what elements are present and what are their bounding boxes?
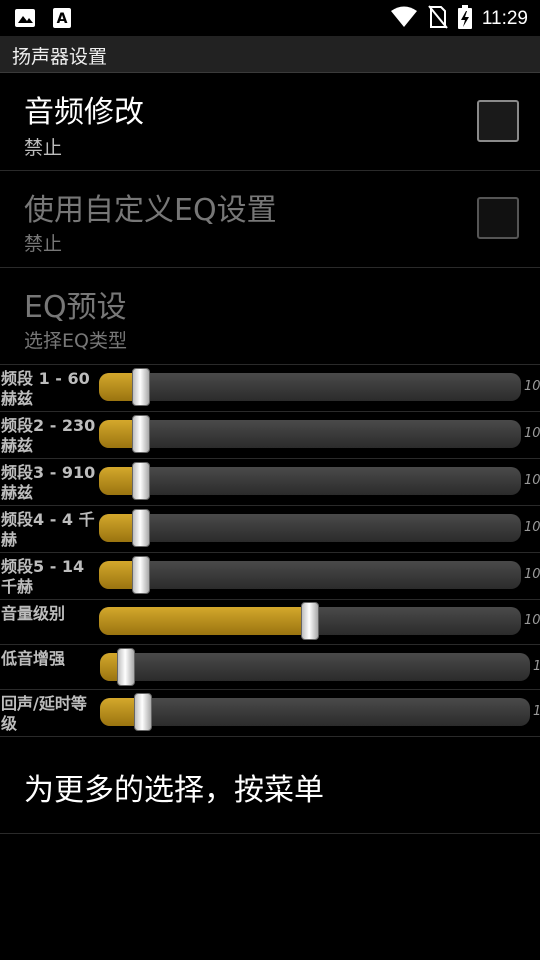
slider-max-label: 1 [533, 704, 540, 719]
slider-track[interactable] [99, 373, 521, 401]
pref-eq-preset[interactable]: EQ预设 选择EQ类型 [0, 268, 540, 365]
slider-label: 频段4 - 4 千赫 [1, 510, 95, 549]
pref-summary: 选择EQ类型 [24, 330, 127, 352]
slider-max-label: 10 [524, 613, 540, 628]
pref-custom-eq[interactable]: 使用自定义EQ设置 禁止 [0, 171, 540, 268]
audio-mod-checkbox[interactable] [477, 100, 519, 142]
slider-label: 回声/延时等级 [1, 694, 87, 733]
band-slider-1: 频段 1 - 60 赫兹 10 [0, 365, 540, 412]
text-a-icon: A [52, 7, 72, 33]
slider-track[interactable] [100, 698, 530, 726]
svg-text:A: A [57, 11, 68, 27]
slider-thumb[interactable] [132, 462, 151, 500]
slider-max-label: 10 [524, 426, 540, 441]
slider-max-label: 10 [524, 567, 540, 582]
band-slider-2: 频段2 - 230 赫兹 10 [0, 412, 540, 459]
slider-track[interactable] [100, 653, 530, 681]
slider-max-label: 1 [533, 659, 540, 674]
clock: 11:29 [481, 8, 528, 29]
no-sim-icon [428, 5, 448, 33]
slider-track[interactable] [99, 420, 521, 448]
image-icon [14, 7, 36, 33]
slider-max-label: 10 [524, 379, 540, 394]
wifi-icon [390, 6, 418, 32]
slider-thumb[interactable] [116, 648, 135, 686]
slider-label: 频段3 - 910 赫兹 [1, 463, 96, 502]
band-slider-5: 频段5 - 14 千赫 10 [0, 553, 540, 600]
slider-fill [99, 607, 310, 635]
menu-hint: 为更多的选择，按菜单 [0, 737, 540, 834]
slider-max-label: 10 [524, 520, 540, 535]
slider-label: 音量级别 [1, 604, 66, 623]
pref-summary: 禁止 [24, 137, 63, 159]
slider-label: 频段 1 - 60 赫兹 [1, 369, 90, 408]
slider-label: 频段5 - 14 千赫 [1, 557, 85, 596]
pref-summary: 禁止 [24, 233, 63, 255]
page-title: 扬声器设置 [12, 46, 108, 68]
slider-thumb[interactable] [134, 693, 152, 731]
pref-title: EQ预设 [24, 290, 127, 325]
menu-hint-text: 为更多的选择，按菜单 [24, 773, 324, 808]
pref-title: 音频修改 [24, 95, 144, 130]
bass-boost-slider: 低音增强 1 [0, 645, 540, 690]
slider-thumb[interactable] [132, 415, 151, 453]
band-slider-4: 频段4 - 4 千赫 10 [0, 506, 540, 553]
slider-label: 频段2 - 230 赫兹 [1, 416, 96, 455]
pref-title: 使用自定义EQ设置 [24, 193, 277, 228]
slider-thumb[interactable] [301, 602, 319, 640]
battery-charging-icon [457, 5, 472, 33]
slider-label: 低音增强 [1, 649, 66, 668]
volume-slider: 音量级别 10 [0, 600, 540, 645]
slider-thumb[interactable] [132, 556, 151, 594]
slider-track[interactable] [99, 467, 521, 495]
pref-audio-mod[interactable]: 音频修改 禁止 [0, 73, 540, 171]
slider-max-label: 10 [524, 473, 540, 488]
slider-track[interactable] [99, 514, 521, 542]
slider-track[interactable] [99, 561, 521, 589]
band-slider-3: 频段3 - 910 赫兹 10 [0, 459, 540, 506]
slider-thumb[interactable] [132, 509, 151, 547]
echo-delay-slider: 回声/延时等级 1 [0, 690, 540, 737]
title-bar: 扬声器设置 [0, 36, 540, 73]
slider-thumb[interactable] [132, 368, 151, 406]
custom-eq-checkbox[interactable] [477, 197, 519, 239]
status-bar: A 11:29 [0, 0, 540, 36]
